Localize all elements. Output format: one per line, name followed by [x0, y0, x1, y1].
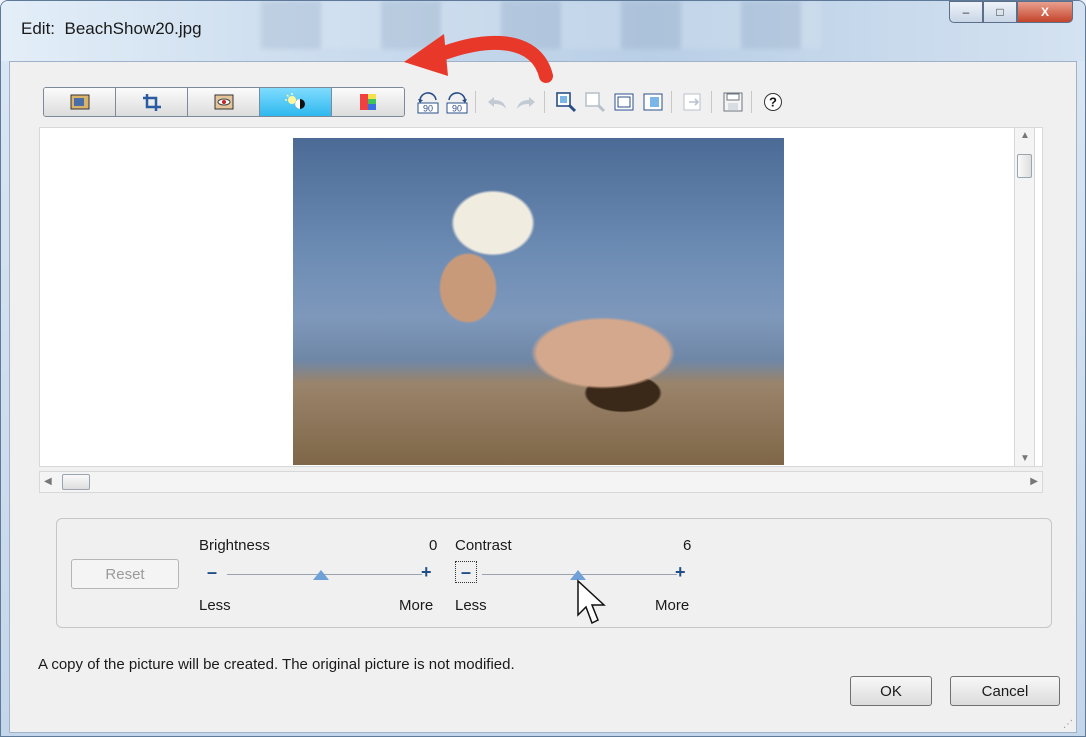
copy-notice: A copy of the picture will be created. T…: [38, 656, 515, 673]
save-icon: [723, 92, 743, 112]
vertical-scroll-thumb[interactable]: [1017, 154, 1032, 178]
actual-size-button[interactable]: [640, 90, 666, 114]
toolbar-separator: [751, 91, 752, 113]
auto-fix-tab[interactable]: [44, 88, 116, 116]
brightness-plus-icon[interactable]: +: [421, 563, 432, 581]
color-adjust-icon: [360, 94, 376, 110]
help-button[interactable]: ?: [760, 90, 786, 114]
rotate-right-label: 90: [452, 104, 462, 114]
ok-button[interactable]: OK: [850, 676, 932, 706]
export-icon: [683, 93, 701, 111]
color-tab[interactable]: [332, 88, 404, 116]
contrast-label: Contrast: [455, 537, 512, 554]
undo-button[interactable]: [484, 90, 510, 114]
save-button[interactable]: [720, 90, 746, 114]
help-label: ?: [769, 95, 777, 110]
brightness-minus-icon[interactable]: –: [207, 563, 217, 581]
cancel-button[interactable]: Cancel: [950, 676, 1060, 706]
contrast-more-label: More: [655, 597, 690, 614]
scroll-down-icon[interactable]: ▼: [1020, 453, 1030, 464]
brightness-more-label: More: [399, 597, 434, 614]
zoom-in-button[interactable]: [553, 90, 579, 114]
maximize-button[interactable]: □: [983, 1, 1017, 23]
minimize-button[interactable]: –: [949, 1, 983, 23]
adjustment-panel: Reset Brightness 0 – + Less More Contras…: [56, 518, 1052, 628]
brightness-less-label: Less: [199, 597, 231, 614]
scroll-right-icon[interactable]: ▶: [1030, 476, 1038, 487]
zoom-in-icon: [556, 92, 577, 113]
red-eye-tab[interactable]: [188, 88, 260, 116]
help-icon: ?: [764, 93, 782, 111]
window-controls: – □ X: [949, 1, 1073, 23]
rotate-left-button[interactable]: 90: [415, 90, 441, 114]
contrast-minus-icon[interactable]: –: [461, 563, 471, 581]
contrast-value: 6: [683, 537, 692, 554]
brightness-value: 0: [429, 537, 438, 554]
vertical-scrollbar[interactable]: ▲ ▼: [1014, 127, 1035, 467]
scroll-up-icon[interactable]: ▲: [1020, 130, 1030, 141]
edit-dialog-window: Edit: BeachShow20.jpg – □ X 90 90 ? ▲ ▼ …: [0, 0, 1086, 737]
brightness-slider-thumb[interactable]: [313, 570, 329, 580]
preview-photo: [293, 138, 784, 465]
annotation-arrow-icon: [404, 34, 553, 83]
export-button[interactable]: [680, 90, 706, 114]
title-filename: BeachShow20.jpg: [64, 19, 202, 38]
zoom-out-button[interactable]: [582, 90, 608, 114]
rotate-left-label: 90: [423, 104, 433, 114]
red-eye-icon: [214, 94, 233, 110]
horizontal-scroll-thumb[interactable]: [62, 474, 90, 490]
crop-tab[interactable]: [116, 88, 188, 116]
contrast-plus-icon[interactable]: +: [675, 563, 686, 581]
brightness-contrast-icon: [284, 93, 305, 109]
horizontal-scrollbar[interactable]: ◀ ▶: [39, 471, 1043, 493]
fit-to-window-icon: [614, 93, 634, 111]
dialog-client-area: 90 90 ? ▲ ▼ ◀ ▶ Reset Brightness 0 – + L…: [9, 61, 1077, 733]
reset-button[interactable]: Reset: [71, 559, 179, 589]
scroll-left-icon[interactable]: ◀: [44, 476, 52, 487]
contrast-less-label: Less: [455, 597, 487, 614]
image-preview-area: [39, 127, 1043, 467]
auto-fix-icon: [70, 94, 89, 110]
toolbar-separator: [711, 91, 712, 113]
close-button[interactable]: X: [1017, 1, 1073, 23]
rotate-left-icon: 90: [417, 92, 439, 114]
window-title: Edit: BeachShow20.jpg: [21, 19, 202, 39]
toolbar-separator: [544, 91, 545, 113]
rotate-right-button[interactable]: 90: [444, 90, 470, 114]
actual-size-icon: [643, 93, 663, 111]
resize-grip-icon[interactable]: ⋰: [1063, 719, 1073, 730]
mouse-cursor-icon: [577, 579, 606, 625]
edit-toolbar: 90 90 ?: [43, 87, 786, 117]
rotate-right-icon: 90: [446, 92, 468, 114]
toolbar-separator: [671, 91, 672, 113]
zoom-out-icon: [585, 92, 606, 113]
undo-icon: [488, 97, 506, 109]
brightness-contrast-tab[interactable]: [260, 88, 332, 116]
redo-icon: [517, 97, 535, 109]
toolbar-separator: [475, 91, 476, 113]
edit-mode-tabs: [43, 87, 405, 117]
title-prefix: Edit:: [21, 19, 56, 38]
brightness-label: Brightness: [199, 537, 270, 554]
crop-icon: [142, 94, 161, 111]
fit-to-window-button[interactable]: [611, 90, 637, 114]
redo-button[interactable]: [513, 90, 539, 114]
